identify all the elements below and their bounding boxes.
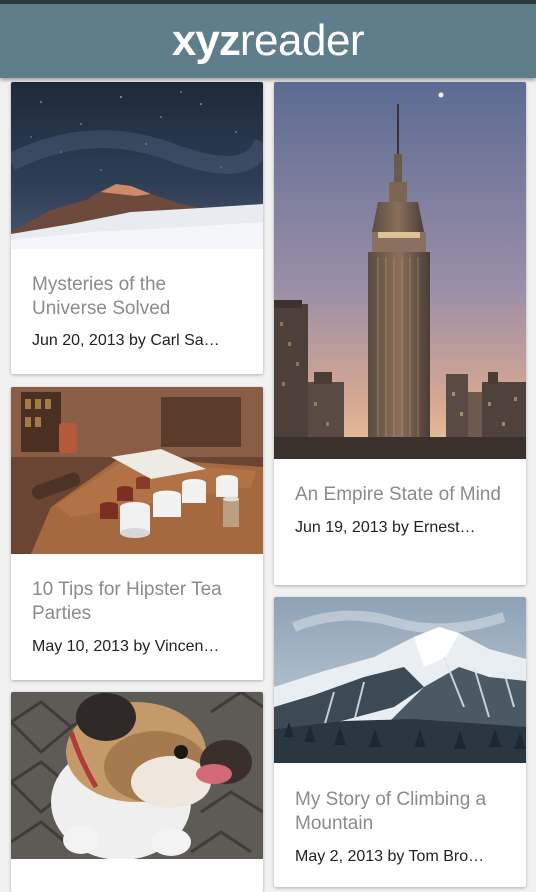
article-thumbnail xyxy=(274,597,526,763)
article-byline: May 2, 2013 by Tom Bro… xyxy=(295,848,485,865)
article-title: My Story of Climbing a Mountain xyxy=(295,789,487,834)
article-title xyxy=(32,859,242,883)
logo-bold-text: xyz xyxy=(171,16,241,65)
logo-light-text: reader xyxy=(239,16,365,65)
article-card[interactable] xyxy=(11,692,263,892)
article-thumbnail xyxy=(274,82,526,459)
article-card[interactable]: 10 Tips for Hipster Tea Parties May 10, … xyxy=(11,387,263,680)
article-card[interactable]: An Empire State of Mind Jun 19, 2013 by … xyxy=(274,82,526,585)
article-byline: May 10, 2013 by Vincen… xyxy=(32,638,220,655)
article-title: 10 Tips for Hipster Tea Parties xyxy=(32,579,222,624)
article-byline: Jun 20, 2013 by Carl Sa… xyxy=(32,332,220,349)
article-thumbnail xyxy=(11,82,263,249)
article-thumbnail xyxy=(11,387,263,554)
app-logo: xyzreader xyxy=(171,16,365,65)
app-bar: xyzreader xyxy=(0,4,536,78)
article-card[interactable]: My Story of Climbing a Mountain May 2, 2… xyxy=(274,597,526,887)
article-byline: Jun 19, 2013 by Ernest… xyxy=(295,519,476,536)
article-title: An Empire State of Mind xyxy=(295,484,501,505)
article-title: Mysteries of the Universe Solved xyxy=(32,274,171,319)
article-card[interactable]: Mysteries of the Universe Solved Jun 20,… xyxy=(11,82,263,374)
article-thumbnail xyxy=(11,692,263,859)
